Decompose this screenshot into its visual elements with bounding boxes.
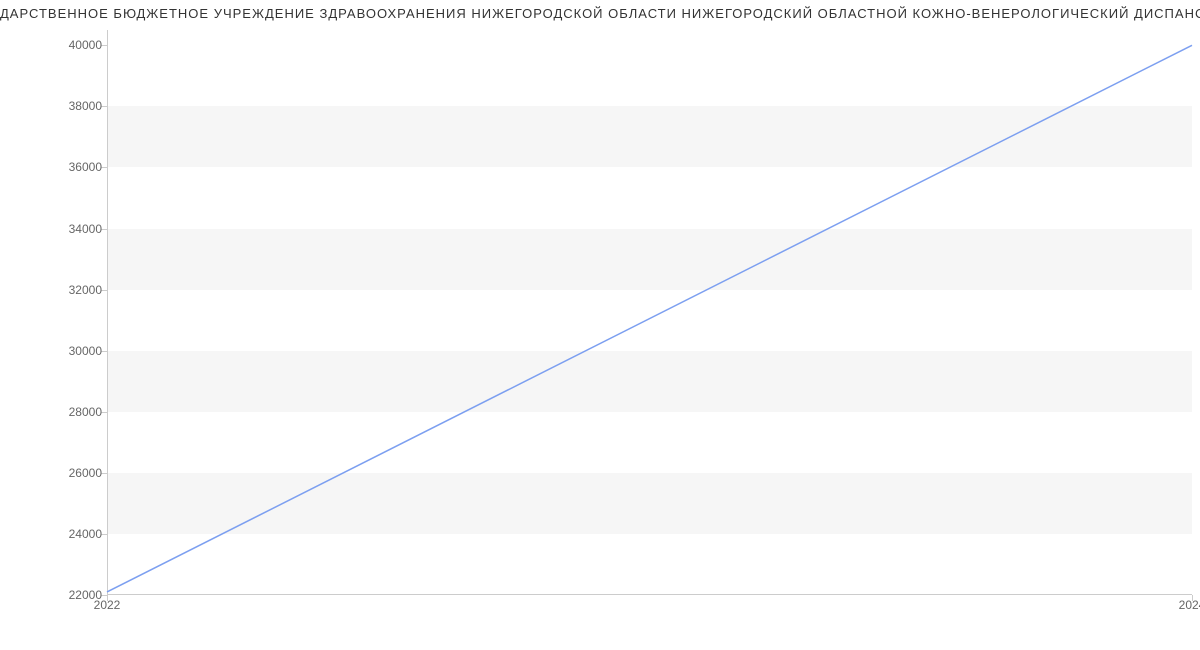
y-tick-label: 26000: [22, 466, 102, 480]
line-chart-svg: [107, 30, 1192, 595]
y-tick-label: 22000: [22, 588, 102, 602]
y-tick-label: 40000: [22, 38, 102, 52]
y-tick-label: 32000: [22, 283, 102, 297]
chart-title: ДАРСТВЕННОЕ БЮДЖЕТНОЕ УЧРЕЖДЕНИЕ ЗДРАВОО…: [0, 6, 1200, 21]
y-tick-label: 24000: [22, 527, 102, 541]
y-tick-label: 34000: [22, 222, 102, 236]
x-tick-label: 2022: [94, 598, 121, 612]
x-tick-label: 2024: [1179, 598, 1200, 612]
data-series-line: [107, 45, 1192, 592]
y-tick-label: 30000: [22, 344, 102, 358]
plot-area: [107, 30, 1192, 595]
y-tick-label: 28000: [22, 405, 102, 419]
y-tick-label: 36000: [22, 160, 102, 174]
y-tick-label: 38000: [22, 99, 102, 113]
